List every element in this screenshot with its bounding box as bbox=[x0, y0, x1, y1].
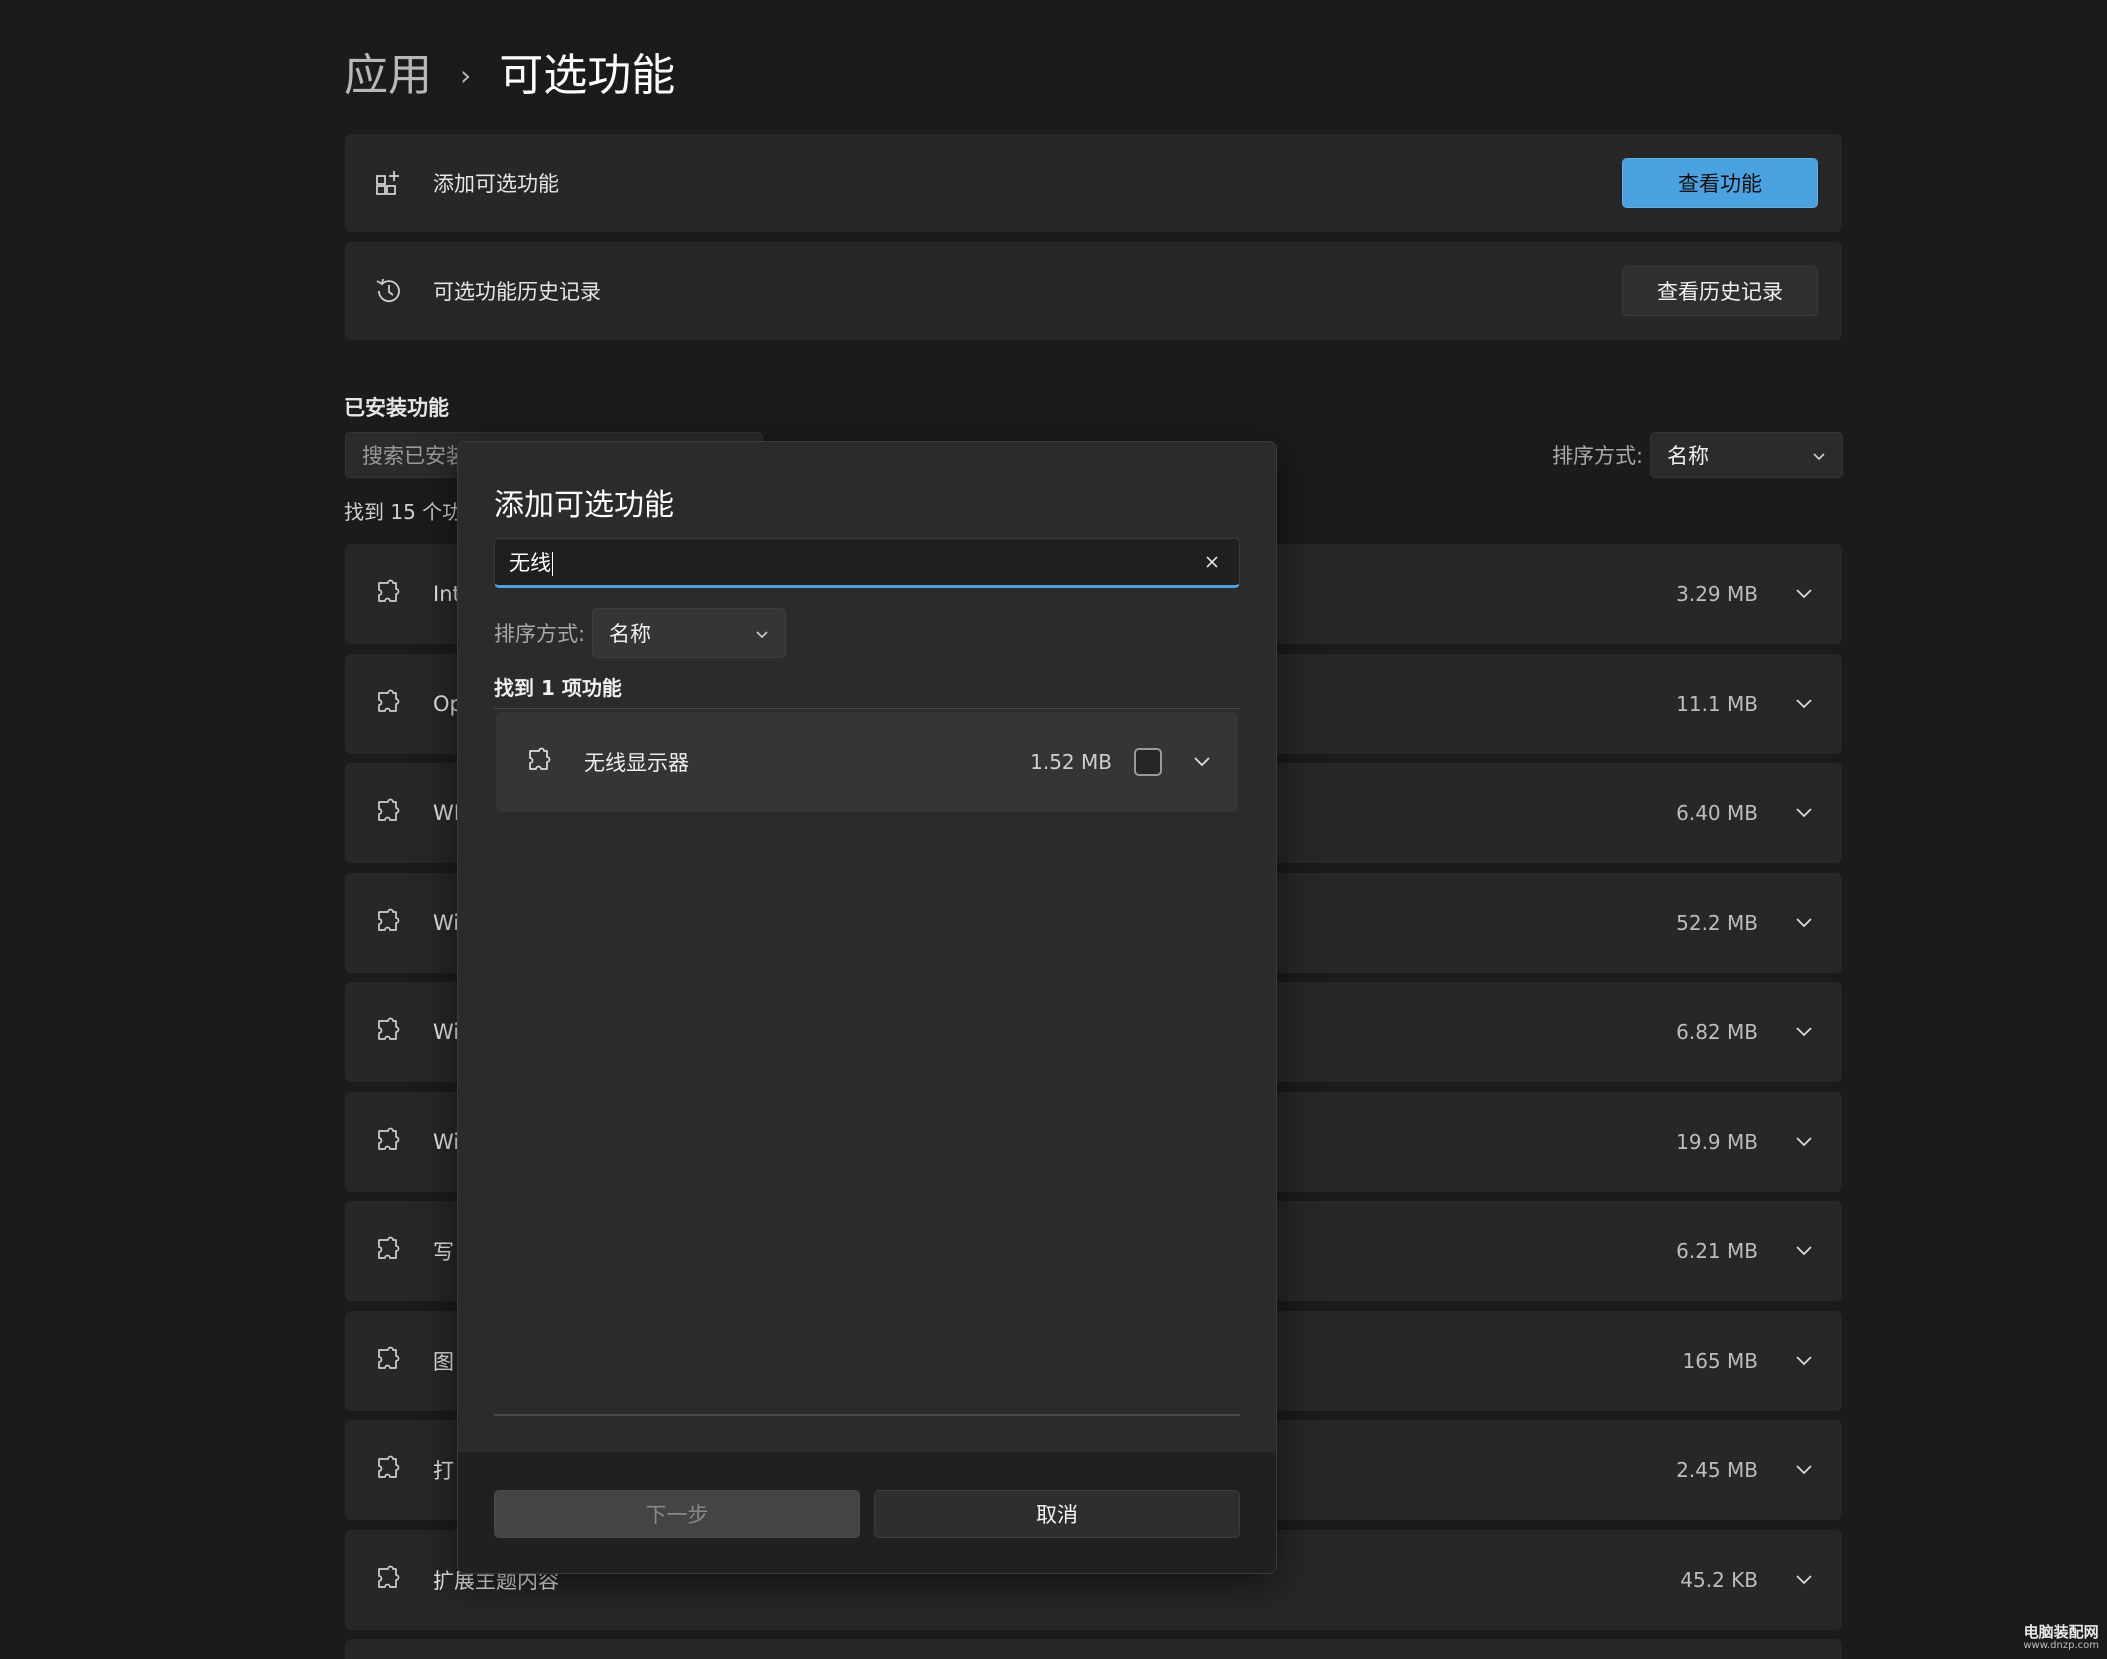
feature-size: 45.2 KB bbox=[1680, 1568, 1758, 1592]
add-feature-card: 添加可选功能 查看功能 bbox=[345, 134, 1842, 232]
chevron-down-icon bbox=[755, 621, 769, 645]
puzzle-icon bbox=[345, 1565, 433, 1595]
feature-checkbox[interactable] bbox=[1134, 748, 1162, 776]
puzzle-icon bbox=[345, 1017, 433, 1047]
installed-features-title: 已安装功能 bbox=[344, 396, 449, 420]
feature-size: 52.2 MB bbox=[1676, 911, 1758, 935]
view-features-button[interactable]: 查看功能 bbox=[1622, 158, 1818, 208]
feature-size: 1.52 MB bbox=[1030, 750, 1112, 774]
chevron-down-icon[interactable] bbox=[1792, 582, 1816, 606]
feature-size: 11.1 MB bbox=[1676, 692, 1758, 716]
installed-found-count: 找到 15 个功 bbox=[344, 500, 463, 524]
installed-sort-value: 名称 bbox=[1667, 444, 1709, 468]
feature-name: 打 bbox=[433, 1459, 454, 1483]
chevron-down-icon[interactable] bbox=[1792, 692, 1816, 716]
breadcrumb-parent[interactable]: 应用 bbox=[344, 44, 432, 108]
puzzle-icon bbox=[345, 1127, 433, 1157]
chevron-down-icon bbox=[1812, 443, 1826, 467]
installed-search-placeholder: 搜索已安装 bbox=[362, 444, 467, 468]
dialog-sort-label: 排序方式: bbox=[494, 622, 586, 646]
feature-size: 19.9 MB bbox=[1676, 1130, 1758, 1154]
puzzle-icon bbox=[496, 747, 584, 777]
settings-window: 应用 › 可选功能 添加可选功能 查看功能 可选功能历史记录 查看历史记录 已安… bbox=[0, 0, 2107, 1659]
feature-history-label: 可选功能历史记录 bbox=[433, 280, 601, 304]
feature-name: Wi bbox=[433, 1130, 460, 1154]
chevron-down-icon[interactable] bbox=[1792, 1349, 1816, 1373]
add-feature-label: 添加可选功能 bbox=[433, 172, 559, 196]
add-feature-dialog: 添加可选功能 无线 排序方式: 名称 找到 1 项功能 无线显示器 1.52 M… bbox=[457, 441, 1277, 1574]
puzzle-icon bbox=[345, 1346, 433, 1376]
dialog-title: 添加可选功能 bbox=[494, 488, 674, 523]
cancel-button[interactable]: 取消 bbox=[874, 1490, 1240, 1538]
puzzle-icon bbox=[345, 798, 433, 828]
dialog-found-count: 找到 1 项功能 bbox=[494, 676, 622, 700]
feature-size: 3.29 MB bbox=[1676, 582, 1758, 606]
dialog-sort-dropdown[interactable]: 名称 bbox=[592, 608, 786, 658]
feature-name: 写 bbox=[433, 1240, 454, 1264]
feature-name: WI bbox=[433, 801, 460, 825]
clear-icon[interactable] bbox=[1197, 547, 1227, 577]
divider bbox=[494, 1414, 1240, 1416]
chevron-down-icon[interactable] bbox=[1792, 1130, 1816, 1154]
watermark-sub: www.dnzp.com bbox=[2023, 1640, 2099, 1651]
add-grid-icon bbox=[345, 168, 433, 198]
installed-feature-row[interactable] bbox=[345, 1639, 1842, 1659]
feature-name: 图 bbox=[433, 1350, 454, 1374]
chevron-down-icon[interactable] bbox=[1792, 1239, 1816, 1263]
dialog-sort-value: 名称 bbox=[609, 622, 651, 646]
watermark: 电脑装配网 www.dnzp.com bbox=[2023, 1622, 2099, 1651]
chevron-down-icon[interactable] bbox=[1792, 911, 1816, 935]
page-title: 可选功能 bbox=[499, 50, 676, 101]
feature-name: Wi bbox=[433, 1020, 460, 1044]
dialog-search-value: 无线 bbox=[509, 551, 551, 575]
chevron-down-icon[interactable] bbox=[1792, 1458, 1816, 1482]
puzzle-icon bbox=[345, 579, 433, 609]
puzzle-icon bbox=[345, 908, 433, 938]
chevron-down-icon[interactable] bbox=[1792, 1568, 1816, 1592]
view-history-button[interactable]: 查看历史记录 bbox=[1622, 266, 1818, 316]
breadcrumb: 应用 › 可选功能 bbox=[344, 44, 675, 108]
feature-size: 165 MB bbox=[1682, 1349, 1758, 1373]
chevron-down-icon[interactable] bbox=[1792, 801, 1816, 825]
puzzle-icon bbox=[345, 689, 433, 719]
puzzle-icon bbox=[345, 1236, 433, 1266]
feature-name: 无线显示器 bbox=[584, 751, 689, 775]
feature-size: 2.45 MB bbox=[1676, 1458, 1758, 1482]
puzzle-icon bbox=[345, 1455, 433, 1485]
installed-sort-label: 排序方式: bbox=[1552, 444, 1644, 468]
breadcrumb-separator-icon: › bbox=[460, 59, 472, 92]
next-button[interactable]: 下一步 bbox=[494, 1490, 860, 1538]
feature-size: 6.40 MB bbox=[1676, 801, 1758, 825]
feature-size: 6.82 MB bbox=[1676, 1020, 1758, 1044]
dialog-search-input[interactable]: 无线 bbox=[494, 538, 1240, 588]
feature-history-card: 可选功能历史记录 查看历史记录 bbox=[345, 242, 1842, 340]
history-icon bbox=[345, 275, 433, 307]
feature-name: Wi bbox=[433, 911, 460, 935]
installed-sort-dropdown[interactable]: 名称 bbox=[1650, 432, 1843, 478]
feature-size: 6.21 MB bbox=[1676, 1239, 1758, 1263]
chevron-down-icon[interactable] bbox=[1188, 748, 1216, 776]
divider bbox=[494, 708, 1240, 709]
dialog-footer: 下一步 取消 bbox=[458, 1452, 1276, 1573]
chevron-down-icon[interactable] bbox=[1792, 1020, 1816, 1044]
dialog-feature-row[interactable]: 无线显示器 1.52 MB bbox=[496, 712, 1238, 812]
text-caret bbox=[552, 552, 553, 576]
watermark-main: 电脑装配网 bbox=[2023, 1622, 2099, 1641]
